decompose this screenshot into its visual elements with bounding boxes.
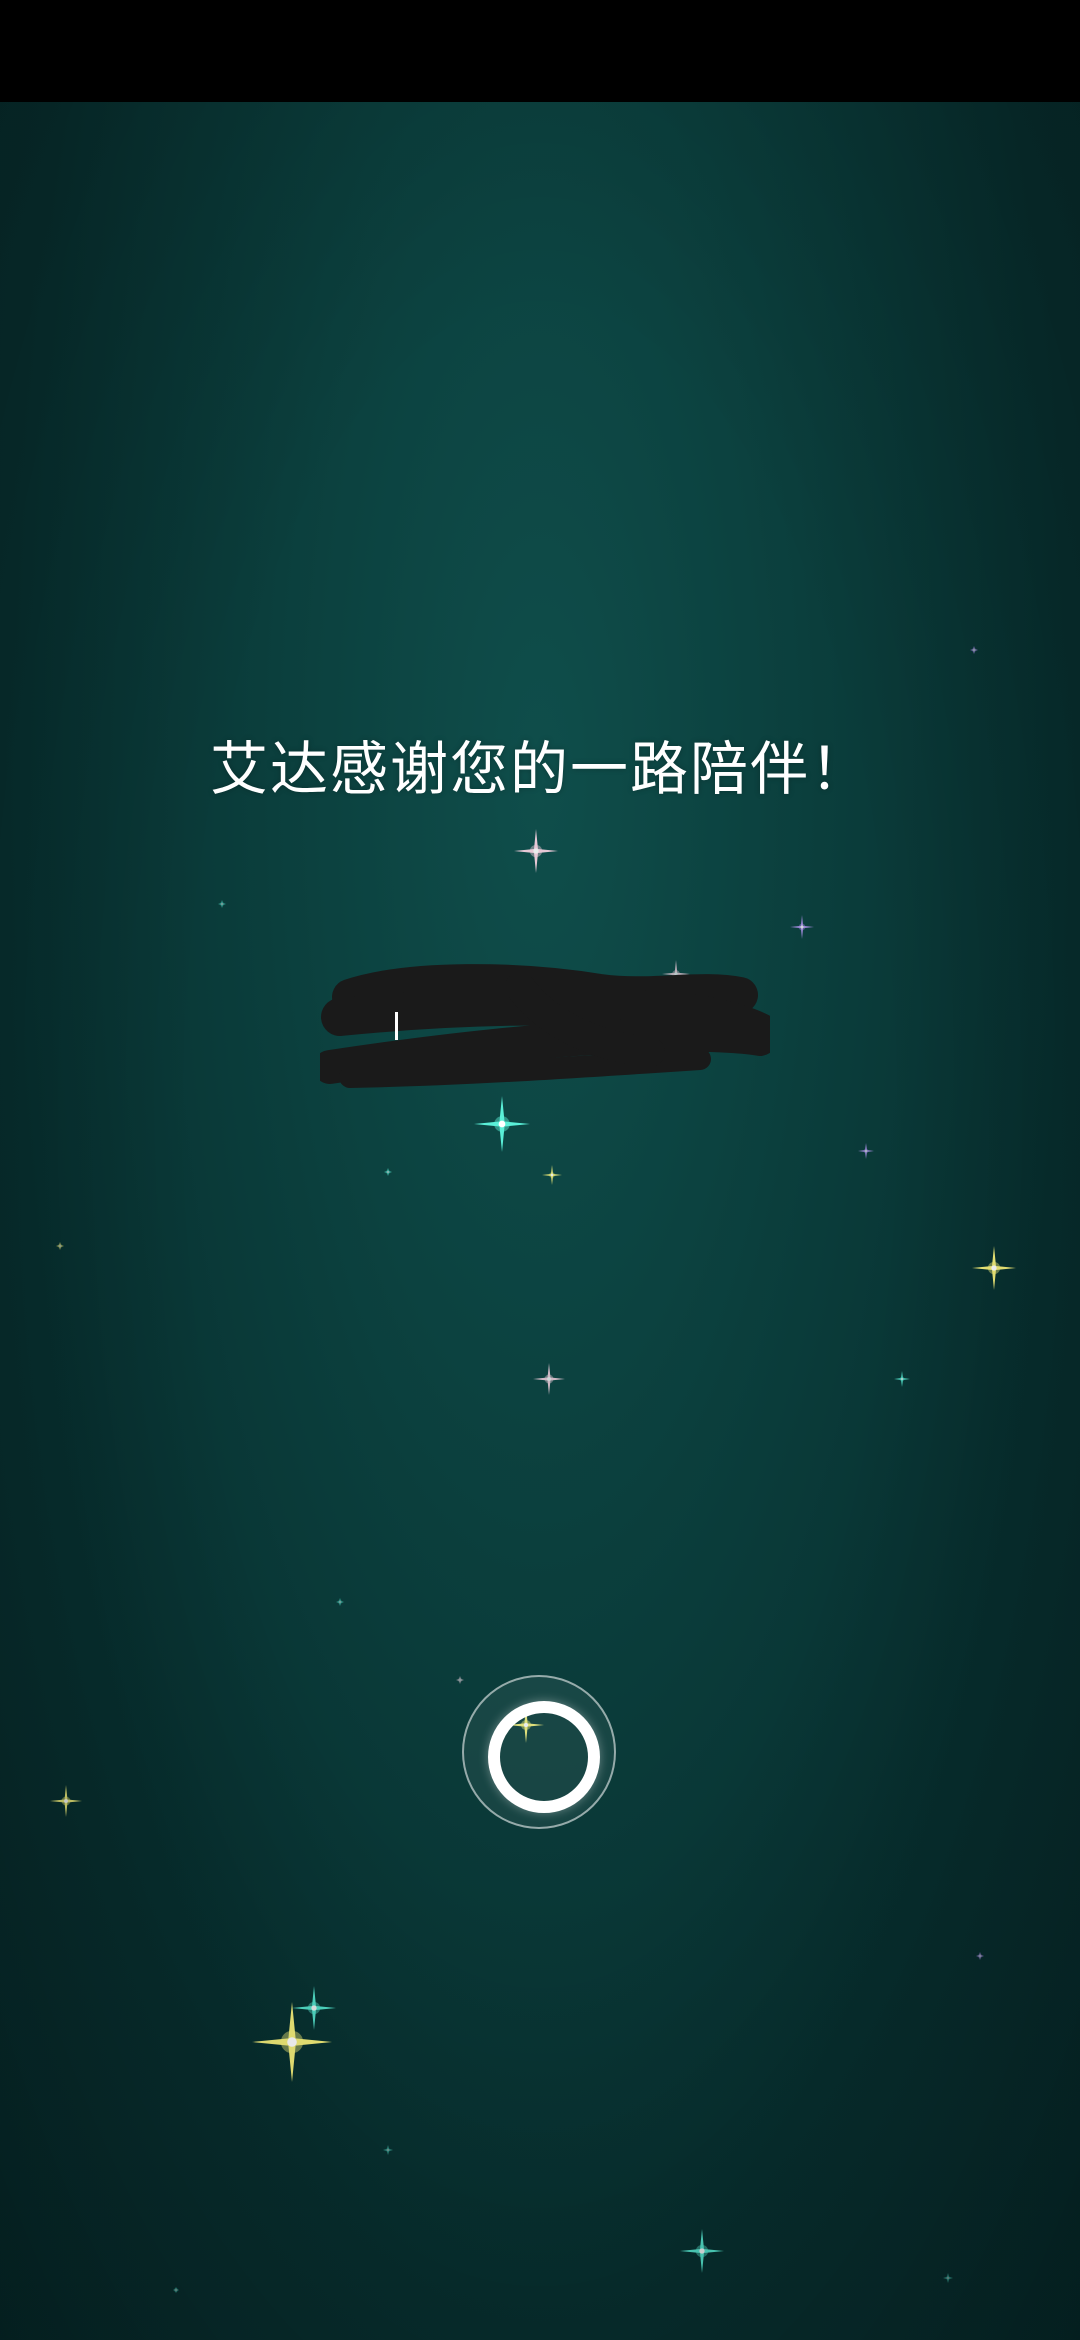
sparkle-13	[292, 1986, 336, 2030]
sparkle-17	[970, 646, 978, 654]
sparkle-18	[218, 900, 226, 908]
sparkle-11	[50, 1785, 82, 1817]
starfield-scene: 艾达感谢您的一路陪伴！	[0, 102, 1080, 2340]
sparkle-9	[858, 1143, 874, 1159]
sparkle-7	[533, 1363, 565, 1395]
circle-icon	[488, 1701, 600, 1813]
thanks-message: 艾达感谢您的一路陪伴！	[209, 735, 870, 803]
game-screen: 艾达感谢您的一路陪伴！	[0, 0, 1080, 2340]
sparkle-14	[680, 2229, 724, 2273]
sparkle-8	[894, 1371, 910, 1387]
sparkle-1	[514, 829, 558, 873]
continue-button[interactable]	[462, 1675, 616, 1829]
redaction-scribble	[320, 964, 770, 1088]
status-bar	[0, 0, 1080, 102]
sparkle-19	[336, 1598, 344, 1606]
sparkle-2	[790, 915, 814, 939]
sparkle-6	[972, 1246, 1016, 1290]
sparkle-22	[976, 1952, 984, 1960]
sparkle-20	[383, 2145, 393, 2155]
sparkle-21	[943, 2273, 953, 2283]
sparkle-23	[173, 2287, 179, 2293]
sparkle-layer	[50, 646, 1016, 2293]
sparkle-12	[252, 2002, 332, 2082]
sparkle-15	[56, 1242, 64, 1250]
sparkle-16	[384, 1168, 392, 1176]
sparkle-5	[542, 1165, 562, 1185]
